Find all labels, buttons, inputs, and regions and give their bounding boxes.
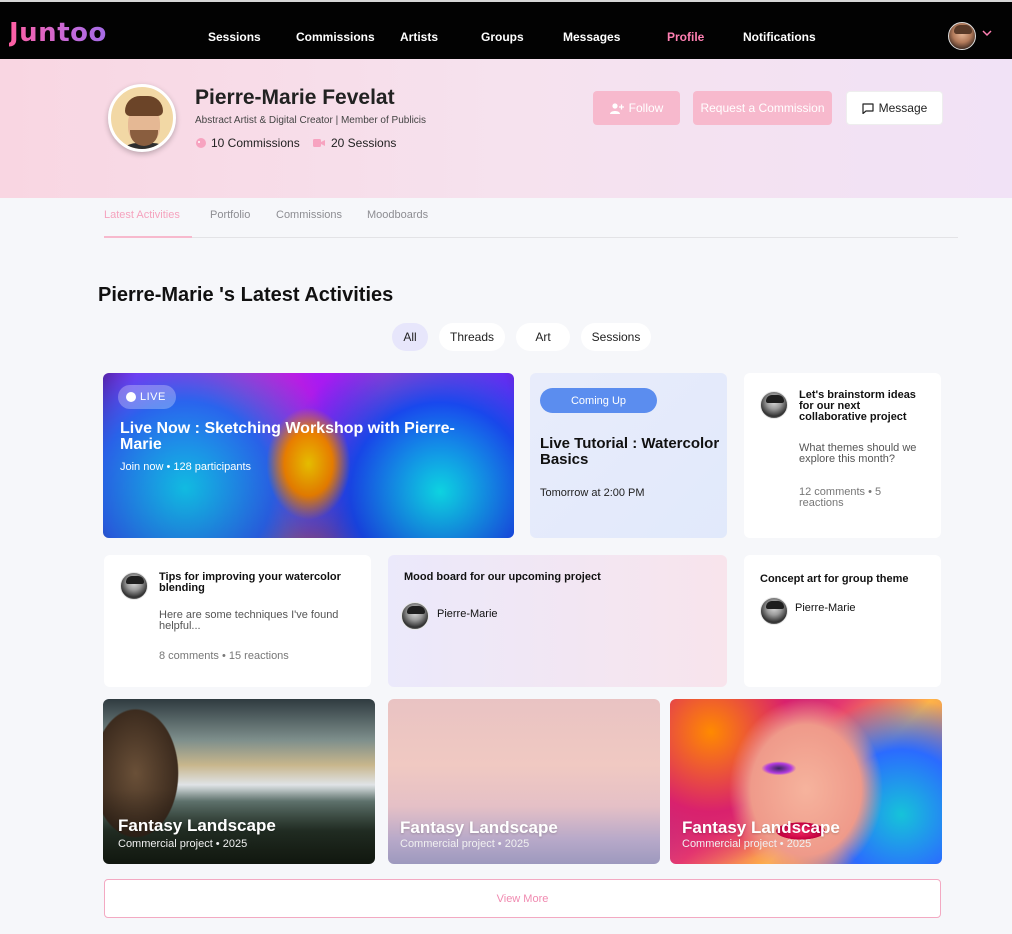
sessions-stat: 20 Sessions	[331, 136, 397, 150]
tab-commissions[interactable]: Commissions	[276, 209, 342, 221]
tabs-divider	[104, 237, 958, 238]
tab-portfolio[interactable]: Portfolio	[210, 209, 250, 221]
avatar	[401, 602, 429, 630]
live-meta: Join now • 128 participants	[120, 461, 252, 473]
portfolio-title: Fantasy Landscape	[118, 816, 276, 835]
upcoming-time: Tomorrow at 2:00 PM	[540, 487, 645, 499]
filter-all[interactable]: All	[392, 323, 428, 351]
profile-subtitle: Abstract Artist & Digital Creator | Memb…	[195, 115, 427, 126]
avatar	[760, 597, 788, 625]
portfolio-title: Fantasy Landscape	[400, 818, 558, 837]
request-commission-label: Request a Commission	[700, 101, 825, 115]
nav-item-sessions[interactable]: Sessions	[208, 30, 261, 44]
concept-art-title: Concept art for group theme	[760, 573, 909, 585]
active-tab-indicator	[104, 236, 192, 238]
filter-threads[interactable]: Threads	[439, 323, 505, 351]
live-dot-icon	[126, 392, 136, 402]
avatar	[760, 391, 788, 419]
nav-item-messages[interactable]: Messages	[563, 30, 620, 44]
follow-label: Follow	[628, 101, 664, 115]
chat-bubble-icon	[862, 102, 874, 114]
tab-moodboards[interactable]: Moodboards	[367, 209, 428, 221]
thread-stats: 8 comments • 15 reactions	[159, 650, 289, 662]
thread-title: Let's brainstorm ideas for our next coll…	[799, 389, 916, 423]
logo[interactable]: Juntoo	[9, 18, 107, 48]
portfolio-meta: Commercial project • 2025	[400, 838, 530, 850]
profile-avatar	[108, 84, 176, 152]
nav-item-profile[interactable]: Profile	[667, 30, 704, 44]
upcoming-title: Live Tutorial : Watercolor Basics	[540, 435, 720, 468]
coming-up-badge: Coming Up	[540, 388, 657, 413]
portfolio-meta: Commercial project • 2025	[682, 838, 812, 850]
chevron-down-icon[interactable]	[981, 27, 993, 39]
top-nav: Juntoo Sessions Commissions Artists Grou…	[0, 0, 1012, 59]
commissions-stat: 10 Commissions	[211, 136, 300, 150]
person-plus-icon	[609, 102, 624, 114]
message-label: Message	[878, 101, 928, 115]
avatar	[120, 572, 148, 600]
palette-icon	[196, 138, 206, 148]
thread-stats: 12 comments • 5 reactions	[799, 486, 882, 509]
video-camera-icon	[313, 139, 325, 147]
portfolio-title: Fantasy Landscape	[682, 818, 840, 837]
nav-item-groups[interactable]: Groups	[481, 30, 524, 44]
tab-latest-activities[interactable]: Latest Activities	[104, 209, 180, 221]
message-button[interactable]: Message	[846, 91, 943, 125]
request-commission-button[interactable]: Request a Commission	[693, 91, 832, 125]
nav-item-notifications[interactable]: Notifications	[743, 30, 816, 44]
thread-title: Tips for improving your watercolor blend…	[159, 571, 341, 594]
moodboard-title: Mood board for our upcoming project	[404, 571, 601, 583]
moodboard-author: Pierre-Marie	[437, 608, 498, 620]
nav-user-avatar[interactable]	[948, 22, 976, 50]
live-title: Live Now : Sketching Workshop with Pierr…	[120, 420, 455, 453]
nav-item-artists[interactable]: Artists	[400, 30, 438, 44]
filter-sessions[interactable]: Sessions	[581, 323, 651, 351]
thread-excerpt: Here are some techniques I've found help…	[159, 609, 339, 632]
view-more-button[interactable]: View More	[104, 879, 941, 918]
filter-art[interactable]: Art	[516, 323, 570, 351]
concept-art-author: Pierre-Marie	[795, 602, 856, 614]
profile-name: Pierre-Marie Fevelat	[195, 86, 395, 109]
thread-excerpt: What themes should we explore this month…	[799, 442, 917, 465]
nav-item-commissions[interactable]: Commissions	[296, 30, 375, 44]
section-title: Pierre-Marie 's Latest Activities	[98, 284, 394, 306]
follow-button[interactable]: Follow	[593, 91, 680, 125]
portfolio-meta: Commercial project • 2025	[118, 838, 248, 850]
